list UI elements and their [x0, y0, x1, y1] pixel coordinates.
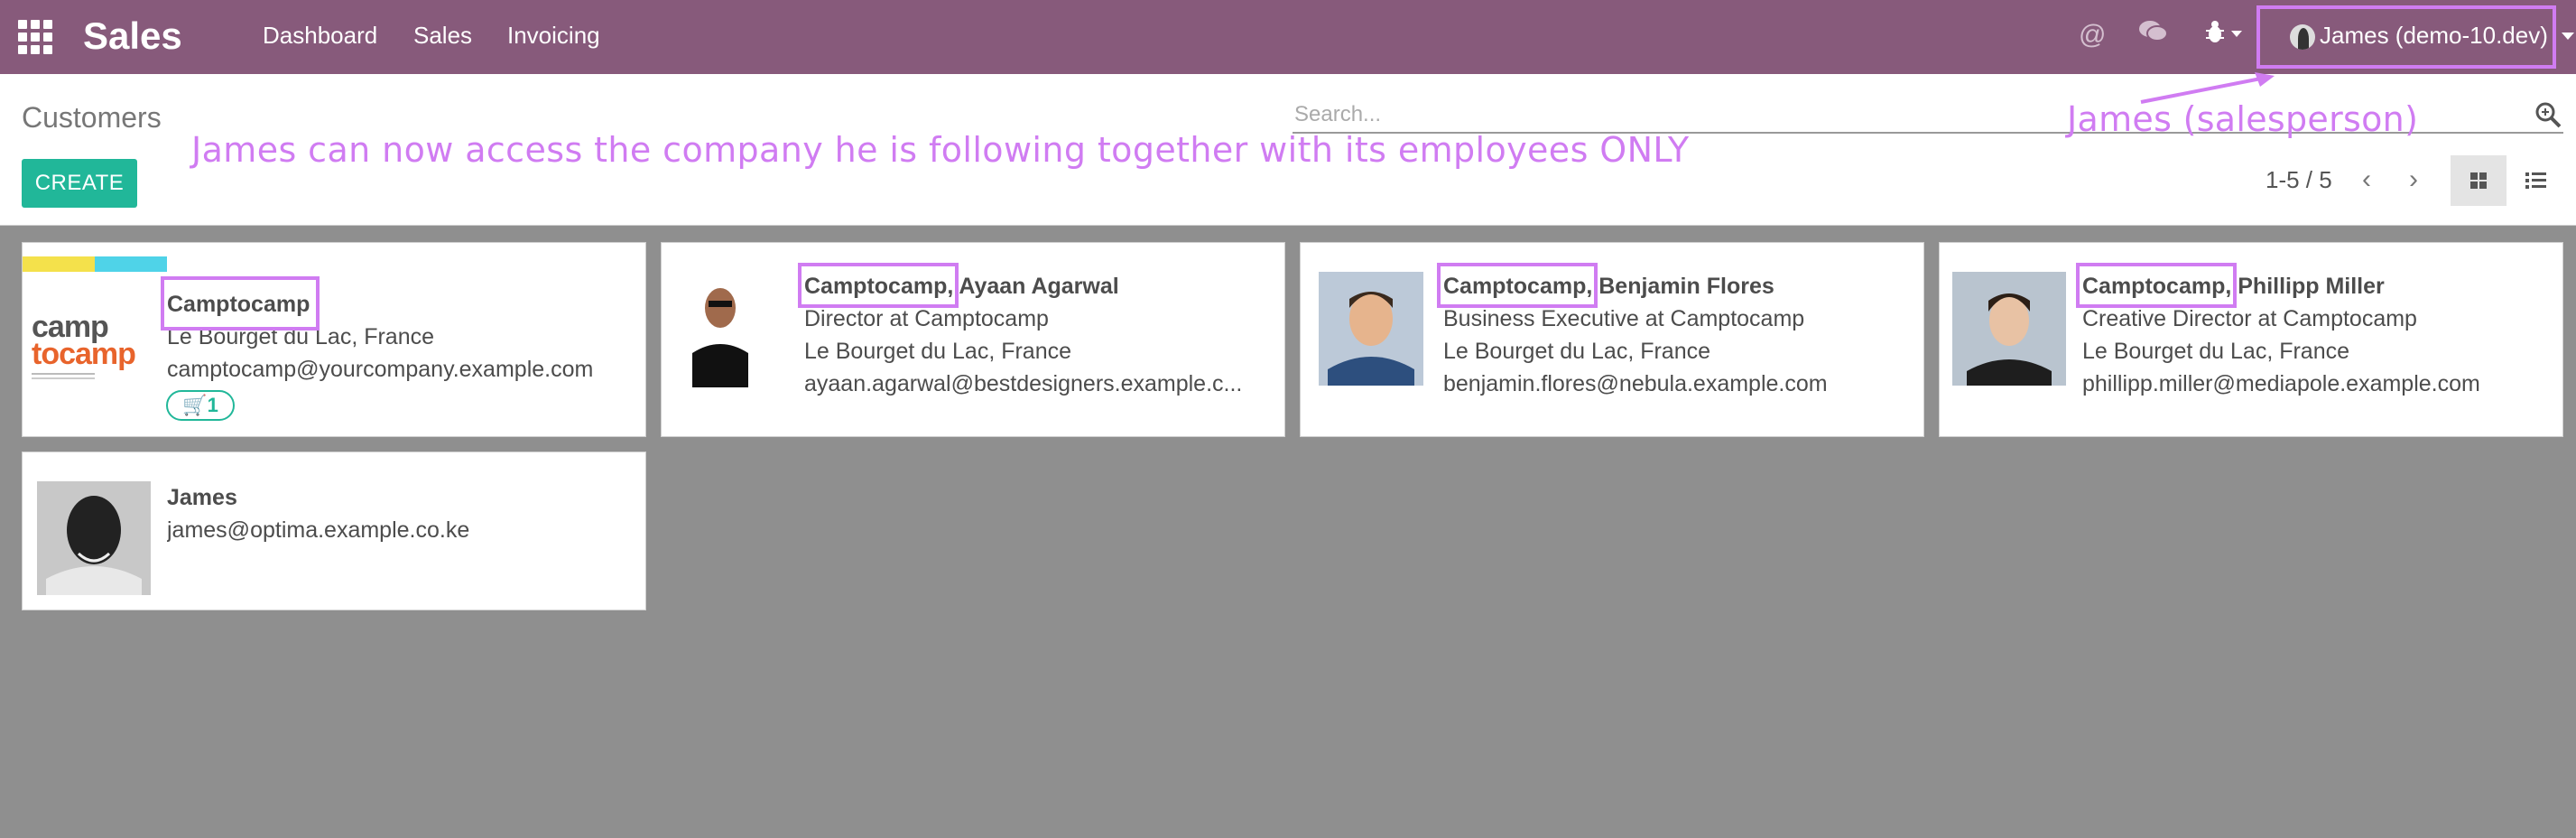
highlight-box: [1437, 263, 1598, 308]
card-email: ayaan.agarwal@bestdesigners.example.c...: [804, 371, 1243, 396]
contact-photo: [692, 275, 748, 387]
top-navbar: Sales Dashboard Sales Invoicing @ James …: [0, 0, 2576, 74]
kanban-card-james[interactable]: James james@optima.example.co.ke: [22, 452, 646, 610]
card-email: phillipp.miller@mediapole.example.com: [2082, 371, 2480, 396]
company-logo: camp tocamp: [32, 312, 149, 395]
color-tag-yellow: [23, 256, 95, 272]
card-email: james@optima.example.co.ke: [167, 517, 470, 543]
chevron-down-icon[interactable]: [2562, 33, 2574, 40]
search-icon[interactable]: [2534, 101, 2562, 128]
kanban-card-phillipp-miller[interactable]: Camptocamp, Phillipp Miller Creative Dir…: [1939, 242, 2563, 437]
user-menu[interactable]: James (demo-10.dev): [2320, 20, 2548, 51]
breadcrumb: Customers: [22, 101, 162, 134]
highlight-box: [2076, 263, 2237, 308]
kanban-card-benjamin-flores[interactable]: Camptocamp, Benjamin Flores Business Exe…: [1300, 242, 1924, 437]
at-icon[interactable]: @: [2079, 20, 2106, 51]
kanban-view-button[interactable]: [2451, 155, 2507, 206]
card-email: camptocamp@yourcompany.example.com: [167, 357, 594, 382]
card-title: James: [167, 485, 237, 510]
kanban-card-ayaan-agarwal[interactable]: Camptocamp, Ayaan Agarwal Director at Ca…: [661, 242, 1285, 437]
kanban-card-camptocamp[interactable]: camp tocamp Camptocamp Le Bourget du Lac…: [22, 242, 646, 437]
contact-photo: [1319, 272, 1423, 386]
menu-item-sales[interactable]: Sales: [413, 20, 472, 51]
color-tag-cyan: [95, 256, 167, 272]
menu-item-dashboard[interactable]: Dashboard: [263, 20, 377, 51]
highlight-box: [798, 263, 959, 308]
annotation-arrow: [2140, 72, 2275, 104]
card-address: Le Bourget du Lac, France: [1443, 339, 1711, 364]
card-address: Le Bourget du Lac, France: [804, 339, 1072, 364]
pager-next-icon[interactable]: ›: [2394, 161, 2433, 200]
pager-previous-icon[interactable]: ‹: [2347, 161, 2386, 200]
sales-order-badge[interactable]: 🛒1: [166, 390, 235, 421]
apps-icon[interactable]: [18, 20, 52, 54]
list-view-button[interactable]: [2507, 155, 2563, 206]
highlight-box: [161, 276, 320, 331]
card-email: benjamin.flores@nebula.example.com: [1443, 371, 1828, 396]
contact-photo: [37, 481, 151, 595]
menu-item-invoicing[interactable]: Invoicing: [507, 20, 600, 51]
user-avatar: [2290, 24, 2315, 50]
pager-value: 1-5 / 5: [2266, 166, 2332, 193]
create-button[interactable]: CREATE: [22, 159, 137, 208]
chat-icon[interactable]: [2137, 18, 2168, 52]
annotation-main: James can now access the company he is f…: [191, 130, 1690, 170]
app-title[interactable]: Sales: [83, 13, 182, 60]
cart-icon: 🛒: [182, 394, 208, 416]
contact-photo: [1952, 272, 2066, 386]
card-address: Le Bourget du Lac, France: [2082, 339, 2350, 364]
bug-icon[interactable]: [2202, 18, 2244, 54]
